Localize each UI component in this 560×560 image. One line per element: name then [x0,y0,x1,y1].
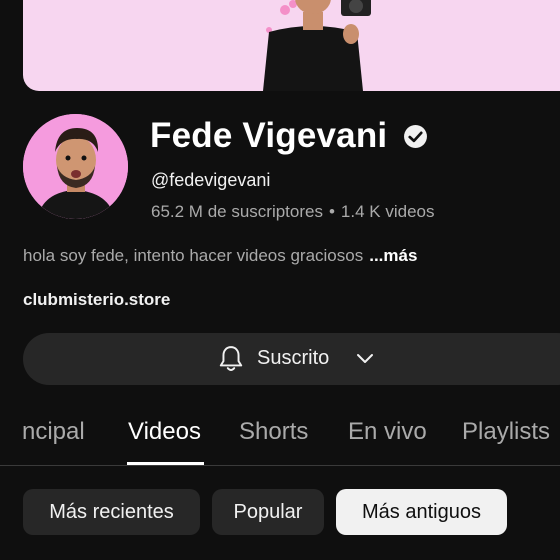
channel-page: Fede Vigevani @fedevigevani 65.2 M de su… [0,0,560,560]
filter-chip-popular[interactable]: Popular [212,489,324,535]
subscriber-count: 65.2 M de suscriptores [151,202,323,221]
tab-videos[interactable]: Videos [128,418,201,446]
chevron-down-icon [357,354,373,363]
channel-stats: 65.2 M de suscriptores • 1.4 K videos [151,202,434,222]
tab-playlists[interactable]: Playlists [462,418,550,446]
channel-banner[interactable] [23,0,560,91]
tabs-divider [0,465,560,466]
subscribed-label: Suscrito [257,347,330,369]
tab-principal[interactable]: ncipal [22,418,85,446]
tab-shorts[interactable]: Shorts [239,418,308,446]
description-text: hola soy fede, intento hacer videos grac… [23,246,364,265]
filter-chip-oldest[interactable]: Más antiguos [336,489,507,535]
channel-handle: @fedevigevani [151,170,271,190]
video-count: 1.4 K videos [340,202,435,221]
subscribed-button[interactable]: Suscrito [23,333,560,385]
channel-name: Fede Vigevani [150,116,388,155]
stats-separator: • [328,202,335,221]
channel-description[interactable]: hola soy fede, intento hacer videos grac… [23,246,417,266]
banner-person-image [263,0,371,91]
avatar-person-image [23,114,128,219]
channel-link[interactable]: clubmisterio.store [23,290,170,310]
tab-en-vivo[interactable]: En vivo [348,418,427,446]
more-link[interactable]: ...más [369,246,417,265]
channel-tabs: ncipal Videos Shorts En vivo Playlists [0,410,560,466]
bell-icon [219,346,243,371]
verified-check-icon [404,125,427,148]
filter-chip-recent[interactable]: Más recientes [23,489,200,535]
channel-avatar[interactable] [23,114,128,219]
